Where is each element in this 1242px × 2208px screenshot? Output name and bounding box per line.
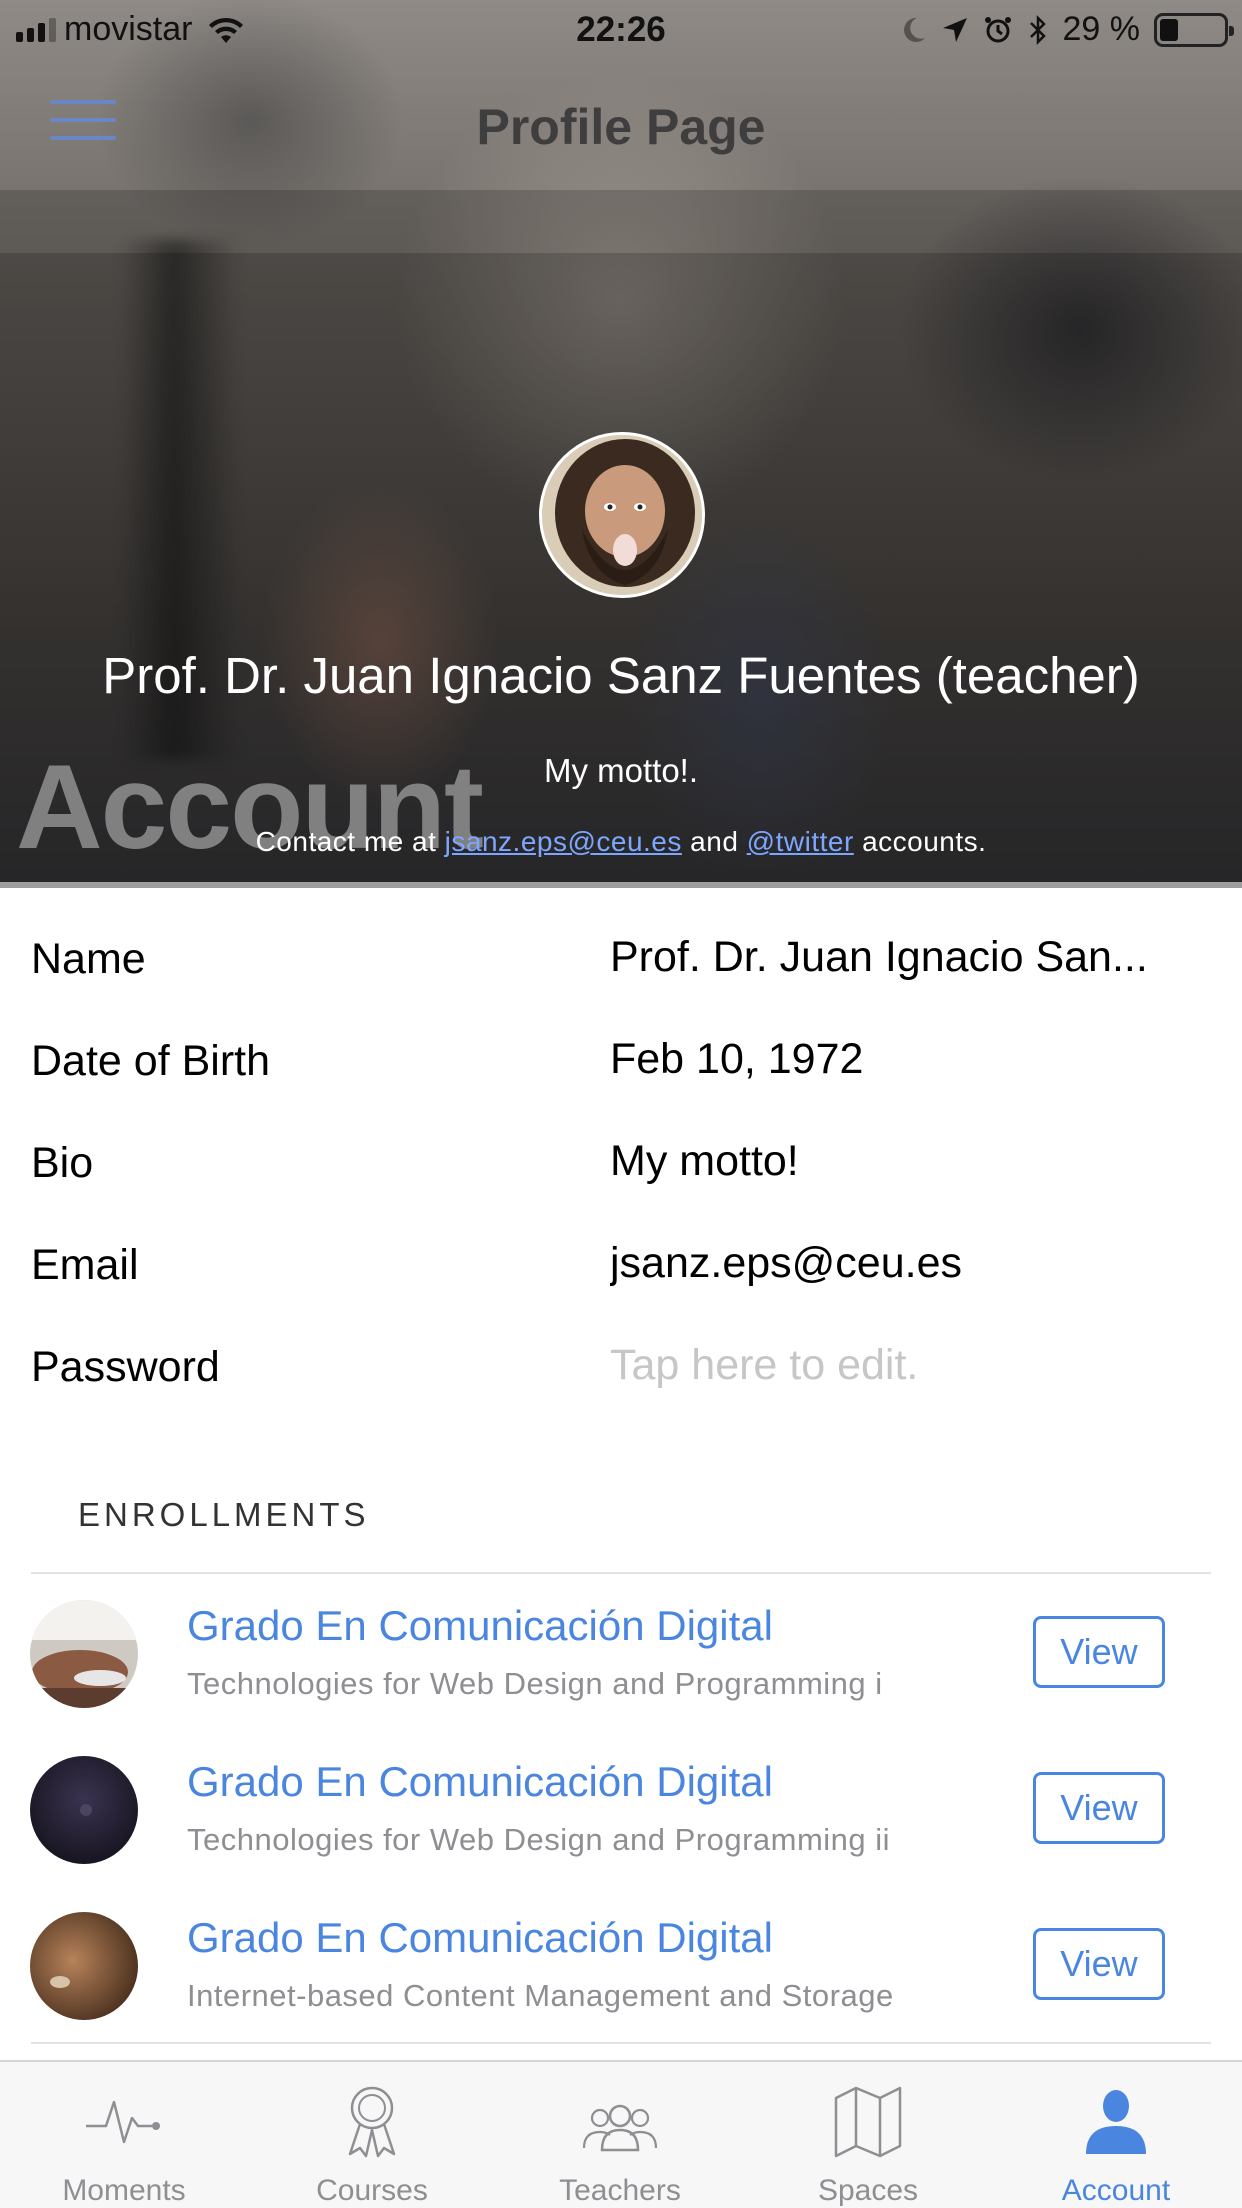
email-field[interactable]: jsanz.eps@ceu.es <box>610 1239 1210 1288</box>
people-group-icon <box>582 2104 658 2152</box>
profile-details-form: Name Prof. Dr. Juan Ignacio San... Date … <box>0 905 1242 1415</box>
course-thumbnail <box>30 1912 138 2020</box>
alarm-icon <box>984 16 1011 42</box>
list-item[interactable]: Grado En Comunicación Digital Technologi… <box>0 1730 1242 1886</box>
tab-label: Moments <box>62 2174 186 2207</box>
detail-row-password[interactable]: Password Tap here to edit. <box>0 1313 1242 1415</box>
bluetooth-icon <box>1029 14 1046 45</box>
detail-label: Password <box>31 1343 220 1391</box>
course-thumbnail <box>30 1756 138 1864</box>
date-of-birth-field[interactable]: Feb 10, 1972 <box>610 1035 1210 1084</box>
status-bar: movistar 22:26 29 % <box>0 0 1242 62</box>
tab-moments[interactable]: Moments <box>0 2062 248 2208</box>
tab-bar: Moments Courses Teachers Spaces Account <box>0 2060 1242 2208</box>
tab-teachers[interactable]: Teachers <box>496 2062 744 2208</box>
profile-motto: My motto!. <box>543 752 699 789</box>
course-thumbnail <box>30 1600 138 1708</box>
map-icon <box>834 2086 902 2158</box>
profile-header: movistar 22:26 29 % Profile Page Account… <box>0 0 1242 888</box>
contact-and: and <box>690 826 739 857</box>
list-bottom-divider <box>31 2042 1211 2044</box>
contact-twitter-link[interactable]: @twitter <box>747 826 854 857</box>
course-subtitle: Technologies for Web Design and Programm… <box>187 1822 891 1857</box>
list-item[interactable]: Grado En Comunicación Digital Technologi… <box>0 1574 1242 1730</box>
name-field[interactable]: Prof. Dr. Juan Ignacio San... <box>610 933 1210 982</box>
tab-label: Teachers <box>559 2174 681 2207</box>
enrollments-section-header: ENROLLMENTS <box>78 1496 370 1533</box>
battery-icon <box>1154 12 1234 47</box>
tab-label: Courses <box>316 2174 428 2207</box>
pulse-icon <box>86 2100 160 2144</box>
detail-label: Bio <box>31 1139 94 1187</box>
location-arrow-icon <box>942 17 967 42</box>
contact-suffix: accounts. <box>862 826 987 857</box>
detail-label: Email <box>31 1241 139 1289</box>
moon-icon <box>903 17 925 42</box>
password-field[interactable]: Tap here to edit. <box>610 1341 1210 1390</box>
navigation-bar: Profile Page <box>0 62 1242 190</box>
contact-line: Contact me at jsanz.eps@ceu.es and @twit… <box>0 826 1242 858</box>
detail-row-bio[interactable]: Bio My motto! <box>0 1109 1242 1211</box>
detail-row-name[interactable]: Name Prof. Dr. Juan Ignacio San... <box>0 905 1242 1007</box>
view-button[interactable]: View <box>1033 1616 1165 1688</box>
battery-percent: 29 % <box>1062 10 1141 48</box>
detail-row-date-of-birth[interactable]: Date of Birth Feb 10, 1972 <box>0 1007 1242 1109</box>
course-subtitle: Technologies for Web Design and Programm… <box>187 1666 883 1701</box>
bio-field[interactable]: My motto! <box>610 1137 1210 1186</box>
course-subtitle: Internet-based Content Management and St… <box>187 1978 894 2013</box>
tab-label: Spaces <box>817 2174 919 2207</box>
tab-account[interactable]: Account <box>992 2062 1240 2208</box>
tab-label: Account <box>1061 2174 1171 2207</box>
course-title[interactable]: Grado En Comunicación Digital <box>187 1914 773 1962</box>
detail-label: Name <box>31 935 146 983</box>
profile-name: Prof. Dr. Juan Ignacio Sanz Fuentes (tea… <box>102 647 1140 704</box>
contact-email-link[interactable]: jsanz.eps@ceu.es <box>445 826 682 857</box>
tab-spaces[interactable]: Spaces <box>744 2062 992 2208</box>
view-button[interactable]: View <box>1033 1928 1165 2000</box>
tab-courses[interactable]: Courses <box>248 2062 496 2208</box>
course-title[interactable]: Grado En Comunicación Digital <box>187 1758 773 1806</box>
award-ribbon-icon <box>348 2086 396 2158</box>
status-right-group: 29 % <box>901 10 1234 49</box>
detail-label: Date of Birth <box>31 1037 270 1085</box>
contact-prefix: Contact me at <box>255 826 437 857</box>
list-item[interactable]: Grado En Comunicación Digital Internet-b… <box>0 1886 1242 2042</box>
view-button[interactable]: View <box>1033 1772 1165 1844</box>
person-icon <box>1086 2090 1146 2154</box>
header-bottom-border <box>0 882 1242 888</box>
page-title: Profile Page <box>476 99 766 155</box>
detail-row-email[interactable]: Email jsanz.eps@ceu.es <box>0 1211 1242 1313</box>
course-title[interactable]: Grado En Comunicación Digital <box>187 1602 773 1650</box>
avatar[interactable] <box>539 432 705 598</box>
header-overlay-band <box>0 190 1242 253</box>
